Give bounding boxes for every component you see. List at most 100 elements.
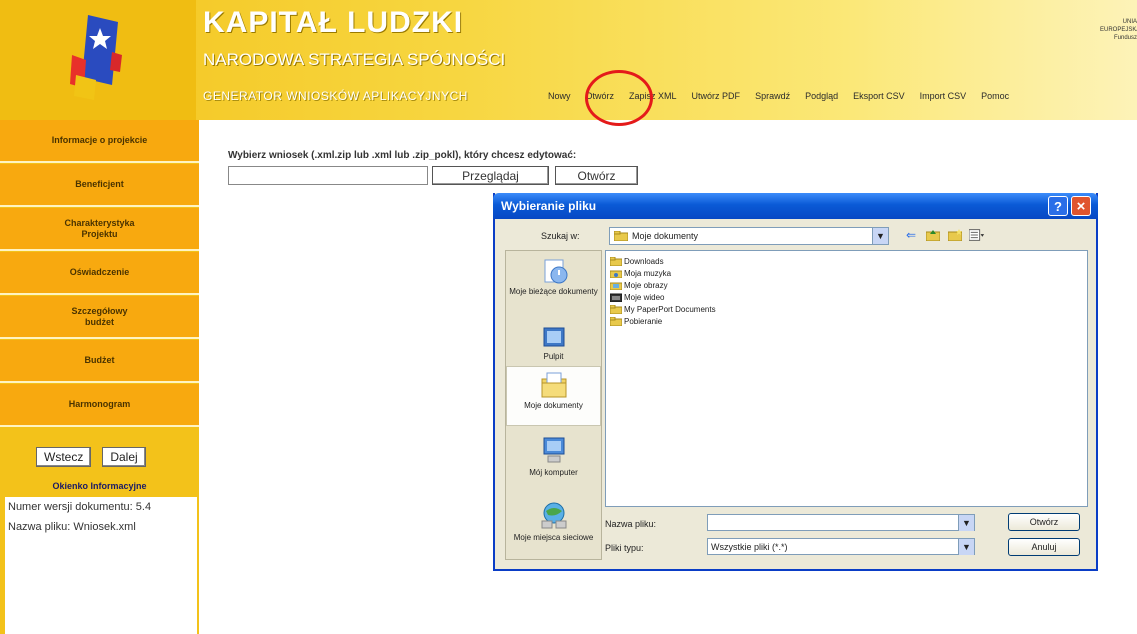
sidebar-item-detailed-budget[interactable]: Szczegółowy budżet [0, 296, 199, 339]
sidebar: Informacje o projekcie Beneficjent Chara… [0, 120, 199, 634]
chevron-down-icon[interactable]: ▼ [958, 539, 974, 555]
place-my-computer[interactable]: Mój komputer [506, 436, 601, 477]
sidebar-item-budget[interactable]: Budżet [0, 340, 199, 383]
file-name-label: Nazwa pliku: [605, 519, 657, 529]
help-button[interactable]: ? [1048, 196, 1068, 216]
place-recent-documents[interactable]: Moje bieżące dokumenty [506, 257, 601, 296]
info-panel-title: Okienko Informacyjne [52, 481, 147, 491]
app-subtitle: NARODOWA STRATEGIA SPÓJNOŚCI [203, 50, 506, 69]
list-item[interactable]: Moje obrazy [610, 279, 668, 291]
info-panel: Numer wersji dokumentu: 5.4 Nazwa pliku:… [5, 497, 197, 634]
application-window: KAPITAŁ LUDZKI NARODOWA STRATEGIA SPÓJNO… [0, 0, 1137, 634]
dialog-title: Wybieranie pliku [501, 199, 597, 213]
open-button[interactable]: Otwórz [555, 166, 638, 185]
menu-preview[interactable]: Podgląd [805, 91, 838, 105]
next-button[interactable]: Dalej [102, 447, 146, 467]
sidebar-item-characteristics[interactable]: Charakterystyka Projektu [0, 208, 199, 251]
chevron-down-icon[interactable]: ▼ [958, 515, 974, 531]
chevron-down-icon[interactable]: ▼ [872, 228, 888, 244]
place-label: Moje bieżące dokumenty [509, 287, 598, 296]
place-desktop[interactable]: Pulpit [506, 326, 601, 361]
file-type-label: Pliki typu: [605, 543, 644, 553]
folder-icon [610, 256, 622, 266]
dialog-cancel-button[interactable]: Anuluj [1008, 538, 1080, 556]
up-folder-icon[interactable] [925, 227, 941, 243]
back-button[interactable]: Wstecz [36, 447, 92, 467]
sidebar-item-beneficiary[interactable]: Beneficjent [0, 164, 199, 207]
list-item[interactable]: Moje wideo [610, 291, 664, 303]
file-name-input[interactable]: ▼ [707, 514, 975, 531]
menu-check[interactable]: Sprawdź [755, 91, 790, 105]
app-title: KAPITAŁ LUDZKI [203, 6, 464, 39]
highlight-circle-annotation [585, 70, 653, 126]
list-item[interactable]: Downloads [610, 255, 664, 267]
music-folder-icon [610, 270, 622, 278]
folder-icon [610, 304, 622, 314]
version-number-text: Numer wersji dokumentu: 5.4 [8, 501, 152, 513]
dialog-toolbar: ⇐ [903, 227, 985, 243]
file-name: Moja muzyka [624, 268, 672, 278]
menu-export-csv[interactable]: Eksport CSV [853, 91, 905, 105]
logo [0, 0, 196, 120]
menu-help[interactable]: Pomoc [981, 91, 1009, 105]
recent-documents-icon [544, 259, 567, 284]
file-name: Downloads [624, 256, 664, 266]
sidebar-item-project-info[interactable]: Informacje o projekcie [0, 120, 199, 163]
desktop-icon [543, 327, 564, 347]
header: KAPITAŁ LUDZKI NARODOWA STRATEGIA SPÓJNO… [0, 0, 1137, 126]
select-file-prompt: Wybierz wniosek (.xml.zip lub .xml lub .… [228, 150, 577, 161]
pictures-folder-icon [610, 282, 622, 290]
dialog-titlebar[interactable]: Wybieranie pliku ? × [493, 193, 1098, 219]
video-folder-icon [610, 293, 622, 302]
file-type-dropdown[interactable]: Wszystkie pliki (*.*) ▼ [707, 538, 975, 555]
place-label: Mój komputer [529, 468, 578, 477]
view-menu-icon[interactable] [969, 227, 985, 243]
look-in-value: Moje dokumenty [632, 231, 699, 241]
place-label: Moje dokumenty [524, 401, 583, 410]
sidebar-item-label: Harmonogram [68, 399, 131, 409]
file-name: Pobieranie [624, 316, 663, 326]
network-places-icon [541, 502, 566, 529]
file-path-input[interactable] [228, 166, 428, 185]
sidebar-item-label: Informacje o projekcie [51, 135, 148, 145]
dialog-open-button[interactable]: Otwórz [1008, 513, 1080, 531]
eu-logo-text: UNIA EUROPEJSKA Fundusz [1100, 19, 1137, 41]
sidebar-item-label: Budżet [84, 355, 115, 365]
sidebar-item-label: Beneficjent [75, 179, 124, 189]
menu-new[interactable]: Nowy [548, 91, 571, 105]
menu-create-pdf[interactable]: Utwórz PDF [692, 91, 741, 105]
file-name: Moje obrazy [624, 280, 668, 290]
place-network[interactable]: Moje miejsca sieciowe [506, 501, 601, 542]
sidebar-item-label: Szczegółowy budżet [71, 305, 128, 327]
file-name-text: Nazwa pliku: Wniosek.xml [8, 521, 136, 533]
sidebar-item-declaration[interactable]: Oświadczenie [0, 252, 199, 295]
folder-icon [610, 316, 622, 326]
folder-icon [614, 231, 628, 241]
place-my-documents[interactable]: Moje dokumenty [506, 366, 601, 426]
file-list[interactable]: Downloads Moja muzyka Moje obrazy Moje w… [605, 250, 1088, 507]
look-in-dropdown[interactable]: Moje dokumenty ▼ [609, 227, 889, 245]
place-label: Pulpit [543, 352, 564, 361]
sidebar-item-label: Oświadczenie [69, 267, 130, 277]
sidebar-item-schedule[interactable]: Harmonogram [0, 384, 199, 427]
sidebar-item-label: Charakterystyka Projektu [64, 217, 135, 239]
back-arrow-icon[interactable]: ⇐ [903, 227, 919, 243]
file-name: Moje wideo [624, 292, 665, 302]
look-in-label: Szukaj w: [541, 231, 580, 241]
file-type-value: Wszystkie pliki (*.*) [711, 541, 788, 552]
new-folder-icon[interactable] [947, 227, 963, 243]
close-button[interactable]: × [1071, 196, 1091, 216]
generator-label: GENERATOR WNIOSKÓW APLIKACYJNYCH [203, 89, 468, 103]
file-name: My PaperPort Documents [624, 304, 716, 314]
list-item[interactable]: My PaperPort Documents [610, 303, 716, 315]
my-documents-icon [541, 372, 566, 398]
list-item[interactable]: Moja muzyka [610, 267, 671, 279]
place-label: Moje miejsca sieciowe [513, 533, 594, 542]
list-item[interactable]: Pobieranie [610, 315, 662, 327]
places-bar: Moje bieżące dokumenty Pulpit Moje dokum… [505, 250, 602, 560]
browse-button[interactable]: Przeglądaj [432, 166, 549, 185]
navigation-buttons: Wstecz Dalej [36, 447, 146, 467]
my-computer-icon [543, 437, 564, 463]
kapital-ludzki-logo-icon [70, 15, 122, 100]
menu-import-csv[interactable]: Import CSV [920, 91, 967, 105]
